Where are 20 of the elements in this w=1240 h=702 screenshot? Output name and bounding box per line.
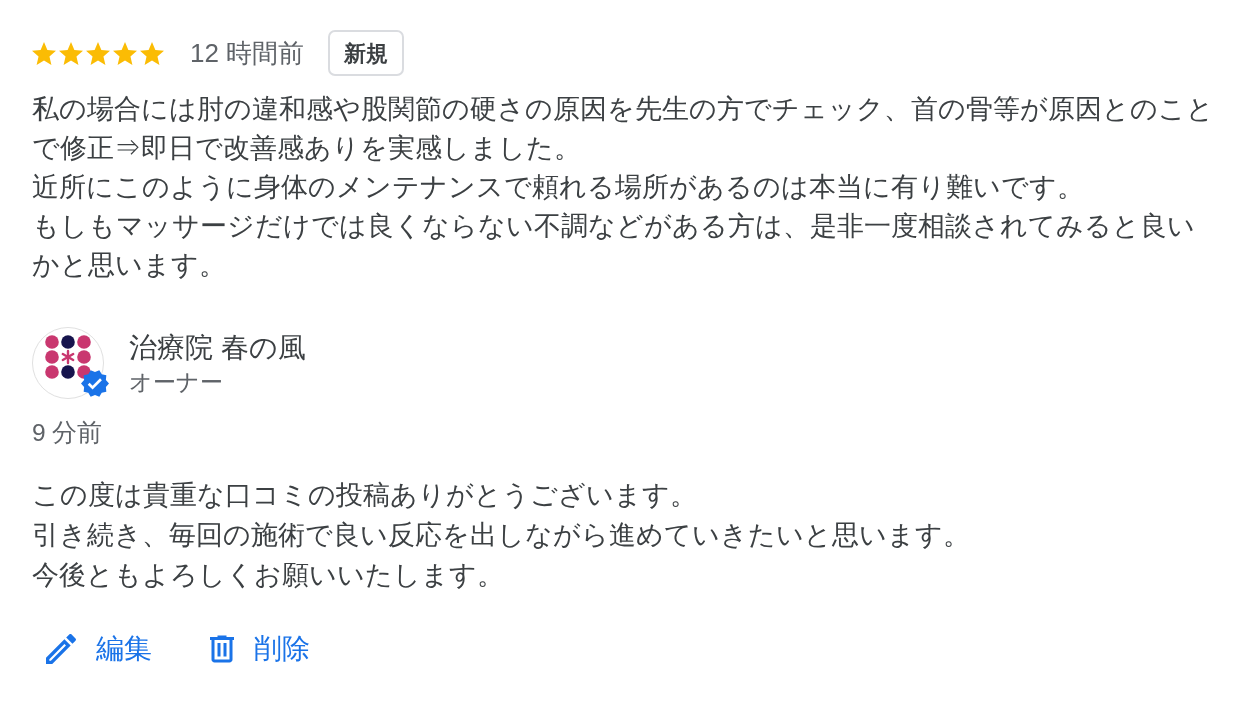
status-tag: 新規 <box>328 30 405 76</box>
owner-role: オーナー <box>129 368 224 397</box>
reply-paragraph: 今後ともよろしくお願いいたします。 <box>32 559 505 592</box>
review-time: 12 時間前 <box>190 37 305 69</box>
trash-icon <box>210 635 234 663</box>
star-icon <box>59 41 83 65</box>
reply-time: 9 分前 <box>32 418 103 448</box>
delete-button[interactable]: 削除 <box>194 625 326 673</box>
edit-button[interactable]: 編集 <box>30 625 168 673</box>
owner-name: 治療院 春の風 <box>129 331 306 365</box>
star-icon <box>140 41 164 65</box>
star-icon <box>86 41 110 65</box>
review-paragraph: 近所にこのように身体のメンテナンスで頼れる場所があるのは本当に有り難いです。 <box>32 171 1085 204</box>
review-paragraph: もしもマッサージだけでは良くならない不調などがある方は、是非一度相談されてみると良いかと思います。 <box>32 210 1196 282</box>
reply-paragraph: この度は貴重な口コミの投稿ありがとうございます。 <box>32 479 698 512</box>
reply-paragraph: 引き続き、毎回の施術で良い反応を出しながら進めていきたいと思います。 <box>32 519 971 552</box>
review-paragraph: 私の場合には肘の違和感や股関節の硬さの原因を先生の方でチェック、首の骨等が原因とのことで修正⇒即日で改善感ありを実感しました。 <box>32 93 1215 165</box>
star-icon <box>113 41 137 65</box>
pencil-icon <box>46 634 76 664</box>
star-icon <box>32 41 56 65</box>
